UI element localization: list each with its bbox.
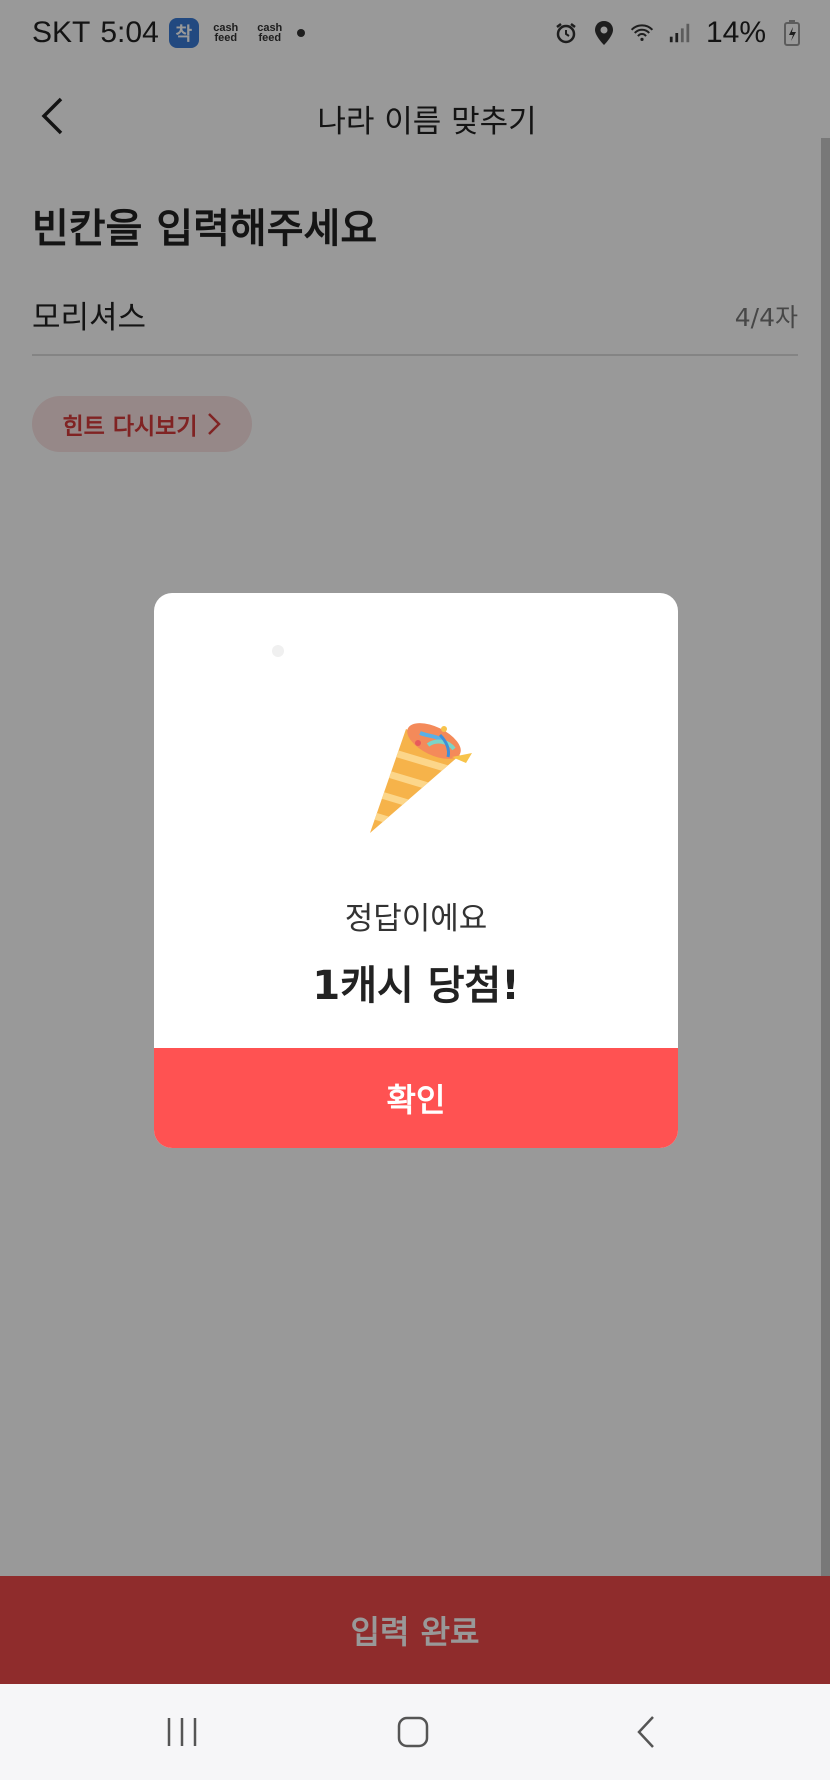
back-arrow-icon — [637, 1716, 654, 1748]
reward-text: 1캐시 당첨! — [312, 963, 520, 1009]
decorative-dot — [272, 645, 284, 657]
home-icon — [397, 1716, 429, 1748]
recent-apps-icon — [167, 1718, 197, 1746]
system-back-button[interactable] — [616, 1706, 676, 1758]
confirm-button-label: 확인 — [386, 1081, 446, 1119]
home-button[interactable] — [383, 1706, 443, 1758]
result-subtitle: 정답이에요 — [344, 901, 488, 937]
recent-apps-button[interactable] — [152, 1706, 212, 1758]
confirm-button[interactable]: 확인 — [154, 1048, 678, 1148]
system-navigation-bar — [0, 1684, 830, 1780]
success-dialog: 정답이에요 1캐시 당첨! 확인 — [154, 593, 678, 1148]
party-popper-icon — [370, 723, 472, 833]
